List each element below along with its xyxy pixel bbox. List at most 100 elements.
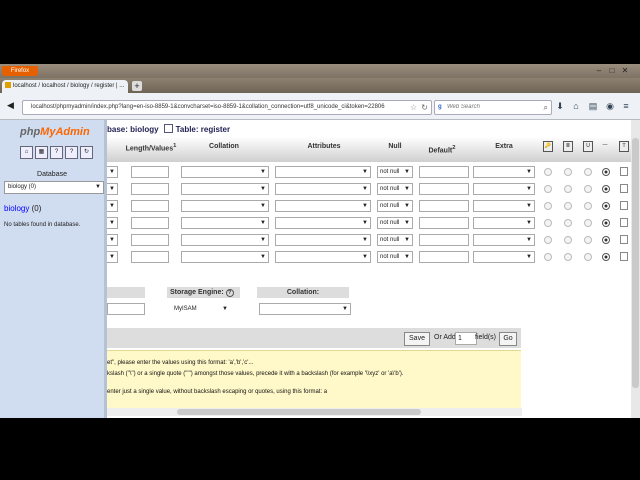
- index-radio[interactable]: [564, 202, 572, 210]
- attributes-select[interactable]: ▼: [275, 234, 371, 246]
- unique-radio[interactable]: [584, 168, 592, 176]
- unique-radio[interactable]: [584, 236, 592, 244]
- storage-engine-select[interactable]: MyISAM ▼: [171, 303, 231, 315]
- firefox-menu-button[interactable]: Firefox: [2, 66, 38, 76]
- null-select[interactable]: not null ▼: [377, 234, 413, 246]
- fulltext-checkbox[interactable]: [620, 235, 628, 244]
- index-radio[interactable]: [564, 236, 572, 244]
- attributes-select[interactable]: ▼: [275, 166, 371, 178]
- index-radio[interactable]: [564, 253, 572, 261]
- fulltext-checkbox[interactable]: [620, 218, 628, 227]
- none-radio[interactable]: [602, 253, 610, 261]
- maximize-icon[interactable]: □: [607, 66, 617, 75]
- fulltext-checkbox[interactable]: [620, 201, 628, 210]
- new-tab-button[interactable]: +: [132, 81, 142, 91]
- length-values-input[interactable]: [131, 183, 169, 195]
- null-select[interactable]: not null ▼: [377, 200, 413, 212]
- add-fields-count-input[interactable]: 1: [455, 332, 477, 345]
- extra-select[interactable]: ▼: [473, 200, 535, 212]
- unique-radio[interactable]: [584, 202, 592, 210]
- length-values-input[interactable]: [131, 200, 169, 212]
- type-select[interactable]: ▼: [107, 183, 118, 195]
- unique-radio[interactable]: [584, 185, 592, 193]
- primary-radio[interactable]: [544, 185, 552, 193]
- reload-icon[interactable]: ↻: [421, 101, 428, 114]
- horizontal-scroll-thumb[interactable]: [177, 409, 421, 415]
- bookmark-star-icon[interactable]: ☆: [410, 101, 417, 114]
- primary-radio[interactable]: [544, 236, 552, 244]
- extra-select[interactable]: ▼: [473, 217, 535, 229]
- type-select[interactable]: ▼: [107, 166, 118, 178]
- type-select[interactable]: ▼: [107, 251, 118, 263]
- collation-select[interactable]: ▼: [181, 166, 269, 178]
- primary-radio[interactable]: [544, 168, 552, 176]
- phpmyadmin-logo[interactable]: phpMyAdmin: [20, 126, 90, 138]
- home-icon[interactable]: ⌂: [570, 100, 582, 112]
- length-values-input[interactable]: [131, 217, 169, 229]
- query-window-icon[interactable]: ▦: [35, 146, 48, 159]
- type-select[interactable]: ▼: [107, 217, 118, 229]
- attributes-select[interactable]: ▼: [275, 217, 371, 229]
- home-icon[interactable]: ⌂: [20, 146, 33, 159]
- table-collation-select[interactable]: ▼: [259, 303, 351, 315]
- primary-radio[interactable]: [544, 253, 552, 261]
- horizontal-scrollbar[interactable]: [107, 408, 522, 416]
- url-bar[interactable]: localhost/phpmyadmin/index.php?lang=en-i…: [22, 100, 432, 115]
- default-input[interactable]: [419, 234, 469, 246]
- browser-tab[interactable]: localhost / localhost / biology / regist…: [2, 80, 128, 93]
- length-values-input[interactable]: [131, 234, 169, 246]
- fulltext-checkbox[interactable]: [620, 184, 628, 193]
- collation-select[interactable]: ▼: [181, 200, 269, 212]
- minimize-icon[interactable]: –: [594, 66, 604, 75]
- type-select[interactable]: ▼: [107, 234, 118, 246]
- close-icon[interactable]: ✕: [620, 66, 630, 75]
- primary-radio[interactable]: [544, 202, 552, 210]
- comment-input[interactable]: [107, 303, 145, 315]
- none-radio[interactable]: [602, 168, 610, 176]
- default-input[interactable]: [419, 217, 469, 229]
- fulltext-checkbox[interactable]: [620, 252, 628, 261]
- search-box[interactable]: g ⌕: [434, 100, 552, 115]
- length-values-input[interactable]: [131, 251, 169, 263]
- extra-select[interactable]: ▼: [473, 251, 535, 263]
- type-select[interactable]: ▼: [107, 200, 118, 212]
- primary-radio[interactable]: [544, 219, 552, 227]
- attributes-select[interactable]: ▼: [275, 251, 371, 263]
- addon-icon[interactable]: ◉: [604, 100, 616, 112]
- default-input[interactable]: [419, 183, 469, 195]
- fulltext-checkbox[interactable]: [620, 167, 628, 176]
- index-radio[interactable]: [564, 168, 572, 176]
- download-icon[interactable]: ⬇: [554, 100, 566, 112]
- vertical-scroll-thumb[interactable]: [632, 138, 639, 388]
- attributes-select[interactable]: ▼: [275, 200, 371, 212]
- null-select[interactable]: not null ▼: [377, 166, 413, 178]
- breadcrumb-db-link[interactable]: biology: [130, 125, 158, 134]
- collation-select[interactable]: ▼: [181, 217, 269, 229]
- breadcrumb-table-link[interactable]: register: [201, 125, 230, 134]
- null-select[interactable]: not null ▼: [377, 183, 413, 195]
- search-input[interactable]: [447, 102, 537, 112]
- menu-icon[interactable]: ≡: [620, 100, 632, 112]
- collation-select[interactable]: ▼: [181, 234, 269, 246]
- search-icon[interactable]: ⌕: [544, 101, 548, 114]
- extra-select[interactable]: ▼: [473, 183, 535, 195]
- index-radio[interactable]: [564, 185, 572, 193]
- default-input[interactable]: [419, 200, 469, 212]
- default-input[interactable]: [419, 251, 469, 263]
- bookmarks-icon[interactable]: ▤: [587, 100, 599, 112]
- go-button[interactable]: Go: [499, 332, 517, 346]
- docs-icon[interactable]: ?: [50, 146, 63, 159]
- none-radio[interactable]: [602, 202, 610, 210]
- database-link[interactable]: biology (0): [4, 204, 41, 213]
- database-select[interactable]: biology (0) ▼: [4, 181, 104, 194]
- attributes-select[interactable]: ▼: [275, 183, 371, 195]
- extra-select[interactable]: ▼: [473, 166, 535, 178]
- null-select[interactable]: not null ▼: [377, 217, 413, 229]
- unique-radio[interactable]: [584, 219, 592, 227]
- none-radio[interactable]: [602, 185, 610, 193]
- sql-docs-icon[interactable]: ?: [65, 146, 78, 159]
- reload-icon[interactable]: ↻: [80, 146, 93, 159]
- collation-select[interactable]: ▼: [181, 183, 269, 195]
- none-radio[interactable]: [602, 219, 610, 227]
- length-values-input[interactable]: [131, 166, 169, 178]
